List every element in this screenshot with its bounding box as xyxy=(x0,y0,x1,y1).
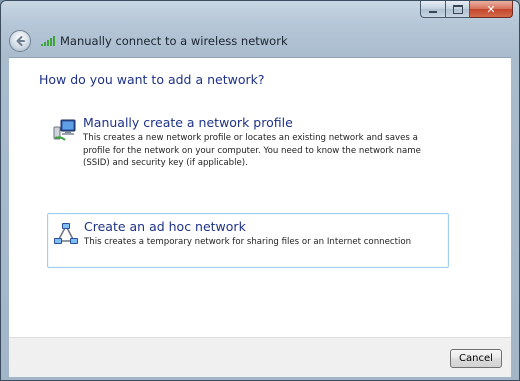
minimize-icon xyxy=(429,11,437,13)
option-description: This creates a temporary network for sha… xyxy=(84,237,412,247)
back-button[interactable] xyxy=(9,30,31,52)
option-title: Create an ad hoc network xyxy=(84,219,246,234)
wizard-content: How do you want to add a network? Manual… xyxy=(9,57,511,337)
maximize-button[interactable] xyxy=(446,1,470,18)
cancel-button[interactable]: Cancel xyxy=(450,349,502,368)
close-icon: ✕ xyxy=(486,2,496,16)
maximize-icon xyxy=(452,4,463,14)
wizard-footer: Cancel xyxy=(9,337,511,377)
option-title: Manually create a network profile xyxy=(83,115,293,130)
wizard-window: ✕ Manually connect to a wireless network… xyxy=(0,0,520,381)
option-ad-hoc-network[interactable]: Create an ad hoc network This creates a … xyxy=(47,213,449,268)
minimize-button[interactable] xyxy=(420,1,446,18)
ad-hoc-network-icon xyxy=(54,223,78,244)
wizard-header: Manually connect to a wireless network xyxy=(9,28,288,54)
wireless-signal-icon xyxy=(41,36,55,46)
window-title: Manually connect to a wireless network xyxy=(60,34,288,48)
page-question: How do you want to add a network? xyxy=(39,72,265,87)
back-arrow-icon xyxy=(16,36,25,46)
close-button[interactable]: ✕ xyxy=(470,1,513,18)
option-description: This creates a new network profile or lo… xyxy=(83,133,421,168)
option-manual-profile[interactable]: Manually create a network profile This c… xyxy=(47,110,449,172)
caption-buttons: ✕ xyxy=(420,1,513,19)
network-profile-icon xyxy=(53,119,76,141)
